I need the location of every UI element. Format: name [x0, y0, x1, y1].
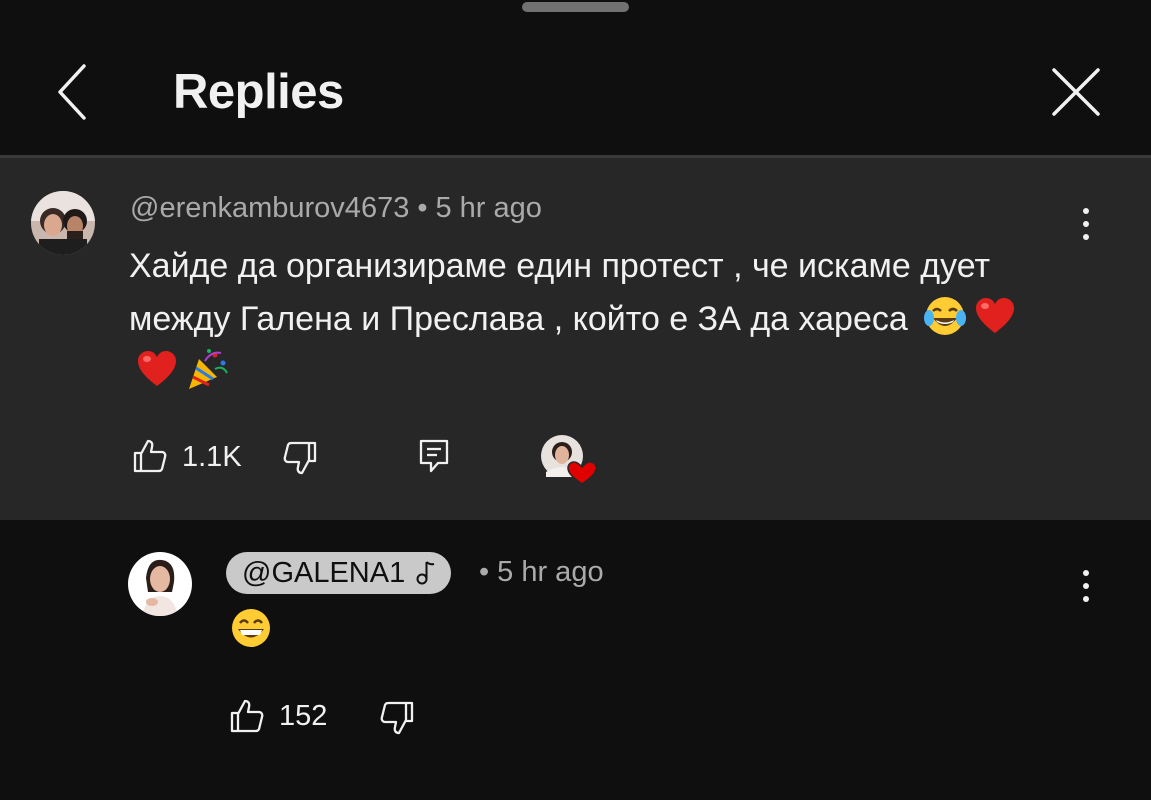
reply-button[interactable] [418, 438, 450, 479]
meta-separator: • [479, 556, 490, 588]
replies-header: Replies [0, 0, 1151, 156]
like-button[interactable] [229, 698, 265, 739]
reply-time: 5 hr ago [497, 556, 604, 588]
avatar[interactable] [31, 191, 95, 255]
avatar-photo [31, 191, 95, 255]
meta-separator: • [417, 192, 428, 224]
more-options-button[interactable] [1071, 566, 1101, 606]
creator-heart-icon [541, 435, 597, 485]
like-button[interactable] [132, 438, 168, 479]
back-button[interactable] [52, 62, 96, 122]
comment-author[interactable]: @erenkamburov4673 [130, 192, 409, 224]
red-heart-emoji [976, 298, 1015, 333]
dislike-button[interactable] [379, 700, 415, 741]
close-button[interactable] [1048, 64, 1104, 120]
comment-meta: @erenkamburov4673 • 5 hr ago [130, 192, 542, 225]
thumbs-down-icon [283, 441, 317, 475]
comment-text: Хайде да организираме един протест , че … [129, 240, 1059, 399]
comment-time: 5 hr ago [435, 192, 542, 224]
creator-heart-badge [540, 434, 598, 491]
thumbs-down-icon [380, 701, 414, 735]
grinning-face-emoji [232, 609, 270, 647]
more-options-button[interactable] [1071, 204, 1101, 244]
comment-icon [419, 439, 449, 473]
like-count: 152 [279, 700, 328, 732]
parent-comment: @erenkamburov4673 • 5 hr ago Хайде да орга… [0, 158, 1151, 520]
page-title: Replies [173, 65, 344, 119]
avatar-photo [128, 552, 192, 616]
like-count: 1.1K [182, 441, 242, 473]
creator-handle-badge[interactable]: @GALENA1 [226, 552, 452, 594]
thumbs-up-icon [133, 439, 167, 473]
red-heart-emoji [138, 351, 176, 386]
reply-author: @GALENA1 [242, 557, 406, 589]
reply-meta: • 5 hr ago [479, 556, 604, 589]
tears-of-joy-emoji [924, 297, 967, 335]
party-popper-emoji [189, 349, 228, 389]
close-icon [1052, 68, 1100, 116]
music-note-icon [416, 561, 435, 585]
dislike-button[interactable] [282, 440, 318, 481]
comment-body: Хайде да организираме един протест , че … [129, 247, 991, 338]
avatar[interactable] [128, 552, 192, 616]
thumbs-up-icon [230, 699, 264, 733]
chevron-left-icon [58, 64, 86, 120]
